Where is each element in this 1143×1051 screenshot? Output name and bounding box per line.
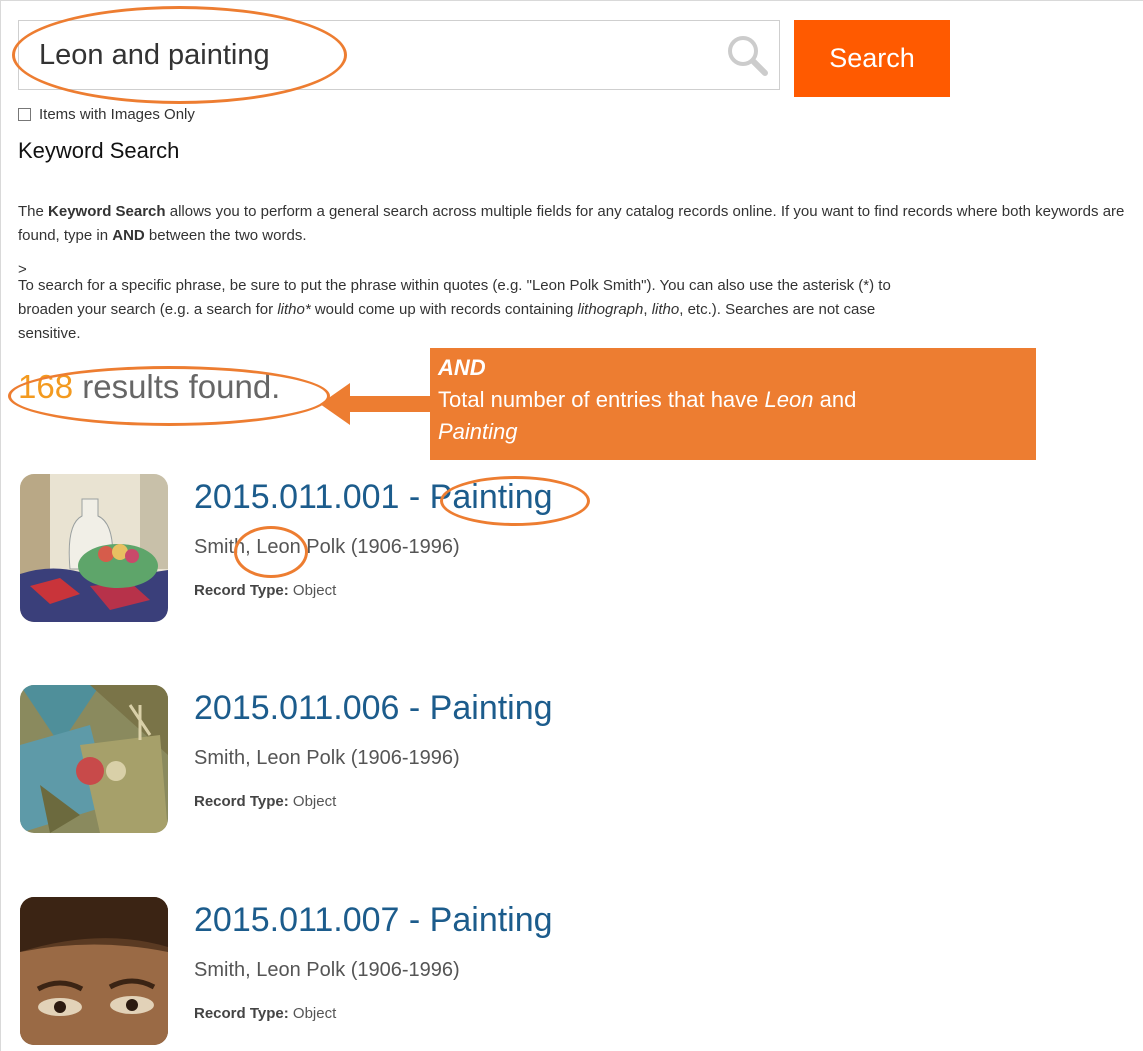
description-keyword: The Keyword Search allows you to perform… bbox=[18, 203, 1125, 244]
result-title-link[interactable]: 2015.011.001 - Painting bbox=[194, 478, 553, 517]
images-only-label[interactable]: Items with Images Only bbox=[39, 106, 195, 123]
images-only-filter[interactable]: Items with Images Only bbox=[18, 104, 195, 124]
frame-top-border bbox=[0, 0, 1143, 1]
search-button[interactable]: Search bbox=[794, 20, 950, 97]
annotation-arrow bbox=[320, 383, 435, 425]
painting-thumbnail-portrait bbox=[20, 897, 168, 1045]
result-record-type: Record Type: Object bbox=[194, 793, 337, 810]
search-input[interactable] bbox=[19, 21, 719, 89]
painting-thumbnail-abstract bbox=[20, 685, 168, 833]
result-record-type: Record Type: Object bbox=[194, 582, 337, 599]
result-item[interactable]: 2015.011.001 - Painting Smith, Leon Polk… bbox=[20, 474, 1020, 624]
description-phrase: To search for a specific phrase, be sure… bbox=[18, 277, 891, 342]
callout-title: AND bbox=[438, 355, 486, 380]
images-only-checkbox[interactable] bbox=[18, 107, 31, 121]
search-icon[interactable] bbox=[723, 31, 771, 79]
result-title-link[interactable]: 2015.011.006 - Painting bbox=[194, 689, 553, 728]
callout-text: Total number of entries that have Leon a… bbox=[438, 387, 857, 444]
result-item[interactable]: 2015.011.006 - Painting Smith, Leon Polk… bbox=[20, 685, 1020, 835]
result-artist: Smith, Leon Polk (1906-1996) bbox=[194, 536, 460, 558]
results-label: results found. bbox=[73, 368, 281, 405]
result-thumbnail[interactable] bbox=[20, 685, 168, 833]
result-artist: Smith, Leon Polk (1906-1996) bbox=[194, 747, 460, 769]
results-number: 168 bbox=[18, 368, 74, 405]
results-count: 168 results found. bbox=[18, 368, 280, 406]
result-record-type: Record Type: Object bbox=[194, 1005, 337, 1022]
painting-thumbnail-still-life bbox=[20, 474, 168, 622]
section-title: Keyword Search bbox=[18, 138, 180, 163]
annotation-callout: AND Total number of entries that have Le… bbox=[430, 348, 1036, 460]
result-artist: Smith, Leon Polk (1906-1996) bbox=[194, 959, 460, 981]
frame-left-border bbox=[0, 0, 1, 1051]
search-box bbox=[18, 20, 780, 90]
result-thumbnail[interactable] bbox=[20, 474, 168, 622]
result-item[interactable]: 2015.011.007 - Painting Smith, Leon Polk… bbox=[20, 897, 1020, 1047]
result-thumbnail[interactable] bbox=[20, 897, 168, 1045]
result-title-link[interactable]: 2015.011.007 - Painting bbox=[194, 901, 553, 940]
